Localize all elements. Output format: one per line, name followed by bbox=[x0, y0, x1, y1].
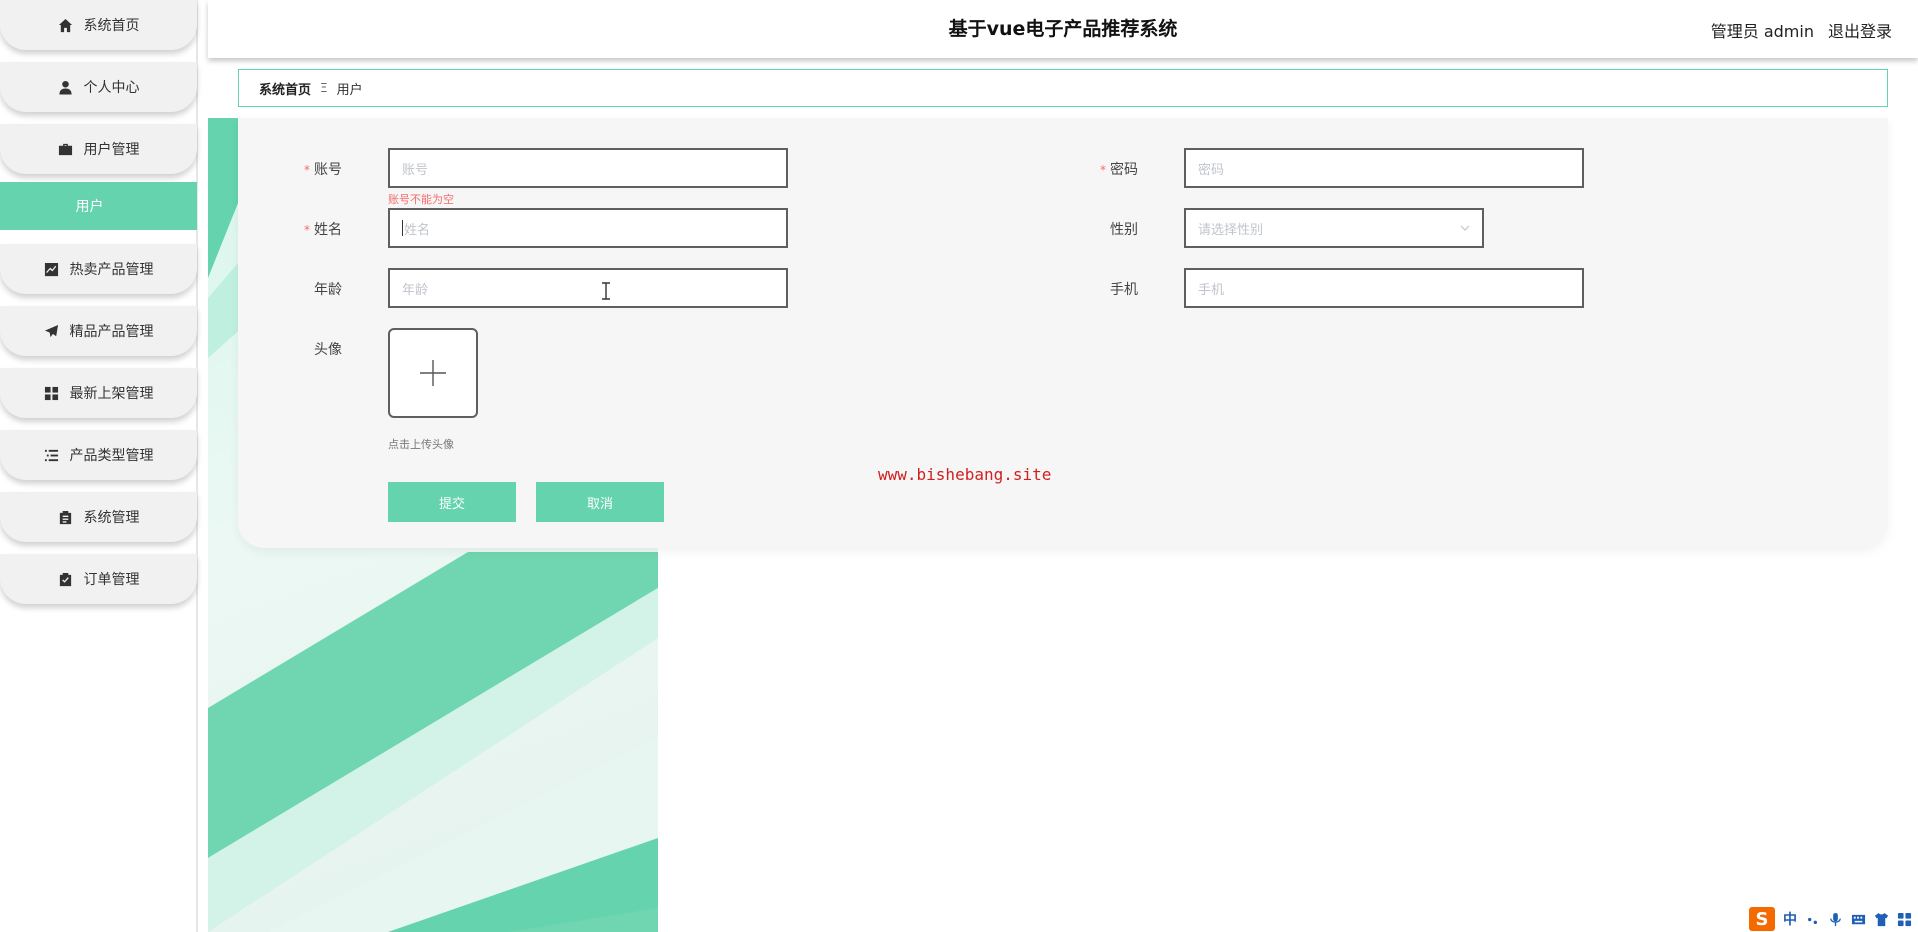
account-input[interactable]: 账号 bbox=[388, 148, 788, 188]
user-role: 管理员 admin bbox=[1710, 22, 1814, 41]
submit-button[interactable]: 提交 bbox=[388, 482, 516, 522]
breadcrumb-home[interactable]: 系统首页 bbox=[259, 79, 311, 98]
list-icon bbox=[44, 447, 60, 463]
logout-link[interactable]: 退出登录 bbox=[1828, 18, 1892, 42]
top-header: 基于vue电子产品推荐系统 管理员 admin 退出登录 bbox=[208, 0, 1918, 58]
sidebar-item-label: 系统首页 bbox=[83, 18, 140, 34]
sidebar-item-label: 产品类型管理 bbox=[69, 448, 154, 464]
account-error: 账号不能为空 bbox=[388, 193, 454, 206]
sidebar-item-orders[interactable]: 订单管理 bbox=[0, 554, 197, 604]
password-label: * 密码 bbox=[1058, 159, 1138, 179]
toolbox-grid-icon[interactable] bbox=[1897, 912, 1912, 927]
avatar-upload-hint: 点击上传头像 bbox=[388, 438, 454, 451]
avatar-label-text: 头像 bbox=[314, 342, 342, 358]
gender-label-text: 性别 bbox=[1110, 222, 1138, 238]
breadcrumb-separator: Ξ bbox=[320, 81, 328, 95]
watermark-text: www.bishebang.site bbox=[878, 465, 1052, 484]
required-mark: * bbox=[304, 163, 310, 177]
name-placeholder: 姓名 bbox=[404, 222, 431, 238]
sidebar-item-user-management[interactable]: 用户管理 bbox=[0, 124, 197, 174]
sidebar-item-label: 个人中心 bbox=[83, 80, 140, 96]
name-label-text: 姓名 bbox=[314, 222, 342, 238]
skin-shirt-icon[interactable] bbox=[1874, 912, 1889, 927]
password-placeholder: 密码 bbox=[1198, 162, 1225, 178]
sidebar-item-label: 精品产品管理 bbox=[69, 324, 154, 340]
user-form-card: * 账号 账号 账号不能为空 * 密码 密码 * 姓名 姓名 性别 请选择性别 年龄 … bbox=[238, 118, 1888, 548]
clipboard-check-icon bbox=[58, 571, 74, 587]
age-label-text: 年龄 bbox=[314, 282, 342, 298]
sidebar-item-product-types[interactable]: 产品类型管理 bbox=[0, 430, 197, 480]
user-area: 管理员 admin 退出登录 bbox=[1711, 18, 1892, 42]
phone-label: 手机 bbox=[1058, 279, 1138, 299]
gender-label: 性别 bbox=[1058, 219, 1138, 239]
account-label-text: 账号 bbox=[314, 162, 342, 178]
avatar-label: 头像 bbox=[262, 339, 342, 359]
sidebar-subitem-label: 用户 bbox=[75, 199, 104, 215]
ime-toolbar: S 中 bbox=[1743, 906, 1918, 932]
grid-icon bbox=[44, 385, 60, 401]
sogou-logo-icon[interactable]: S bbox=[1749, 907, 1775, 931]
sidebar-item-new-arrivals[interactable]: 最新上架管理 bbox=[0, 368, 197, 418]
sidebar-item-label: 热卖产品管理 bbox=[69, 262, 154, 278]
breadcrumb-current: 用户 bbox=[336, 82, 363, 98]
phone-label-text: 手机 bbox=[1110, 282, 1138, 298]
briefcase-icon bbox=[58, 141, 74, 157]
punctuation-icon[interactable] bbox=[1805, 912, 1820, 927]
age-label: 年龄 bbox=[262, 279, 342, 299]
user-icon bbox=[58, 79, 74, 95]
avatar-upload[interactable] bbox=[388, 328, 478, 418]
text-cursor-icon bbox=[602, 282, 610, 300]
home-icon bbox=[58, 17, 74, 33]
sidebar: 系统首页 个人中心 用户管理 用户 热卖产品管理 精品产品管理 最新上架管理 产… bbox=[0, 0, 198, 932]
sidebar-item-profile[interactable]: 个人中心 bbox=[0, 62, 197, 112]
sidebar-item-label: 用户管理 bbox=[83, 142, 140, 158]
gender-placeholder: 请选择性别 bbox=[1198, 222, 1264, 238]
cancel-button[interactable]: 取消 bbox=[536, 482, 664, 522]
clipboard-icon bbox=[58, 509, 74, 525]
sidebar-item-system[interactable]: 系统管理 bbox=[0, 492, 197, 542]
breadcrumb: 系统首页 Ξ 用户 bbox=[238, 69, 1888, 107]
sidebar-item-label: 最新上架管理 bbox=[69, 386, 154, 402]
phone-placeholder: 手机 bbox=[1198, 282, 1225, 298]
send-icon bbox=[44, 323, 60, 339]
text-caret bbox=[402, 220, 403, 236]
required-mark: * bbox=[1100, 163, 1106, 177]
sidebar-subitem-user[interactable]: 用户 bbox=[0, 182, 197, 230]
trend-chart-icon bbox=[44, 261, 60, 277]
microphone-icon[interactable] bbox=[1828, 912, 1843, 927]
name-input[interactable]: 姓名 bbox=[388, 208, 788, 248]
keyboard-icon[interactable] bbox=[1851, 912, 1866, 927]
ime-mode-toggle[interactable]: 中 bbox=[1783, 909, 1797, 929]
phone-input[interactable]: 手机 bbox=[1184, 268, 1584, 308]
age-placeholder: 年龄 bbox=[402, 282, 429, 298]
gender-select[interactable]: 请选择性别 bbox=[1184, 208, 1484, 248]
account-label: * 账号 bbox=[262, 159, 342, 179]
name-label: * 姓名 bbox=[262, 219, 342, 239]
page-title: 基于vue电子产品推荐系统 bbox=[948, 18, 1178, 40]
password-input[interactable]: 密码 bbox=[1184, 148, 1584, 188]
account-placeholder: 账号 bbox=[402, 162, 429, 178]
plus-icon bbox=[420, 360, 446, 386]
sidebar-item-hot-products[interactable]: 热卖产品管理 bbox=[0, 244, 197, 294]
chevron-down-icon bbox=[1460, 225, 1470, 231]
sidebar-item-premium-products[interactable]: 精品产品管理 bbox=[0, 306, 197, 356]
required-mark: * bbox=[304, 223, 310, 237]
password-label-text: 密码 bbox=[1110, 162, 1138, 178]
sidebar-item-label: 系统管理 bbox=[83, 510, 140, 526]
sidebar-item-label: 订单管理 bbox=[83, 572, 140, 588]
sidebar-item-home[interactable]: 系统首页 bbox=[0, 0, 197, 50]
age-input[interactable]: 年龄 bbox=[388, 268, 788, 308]
